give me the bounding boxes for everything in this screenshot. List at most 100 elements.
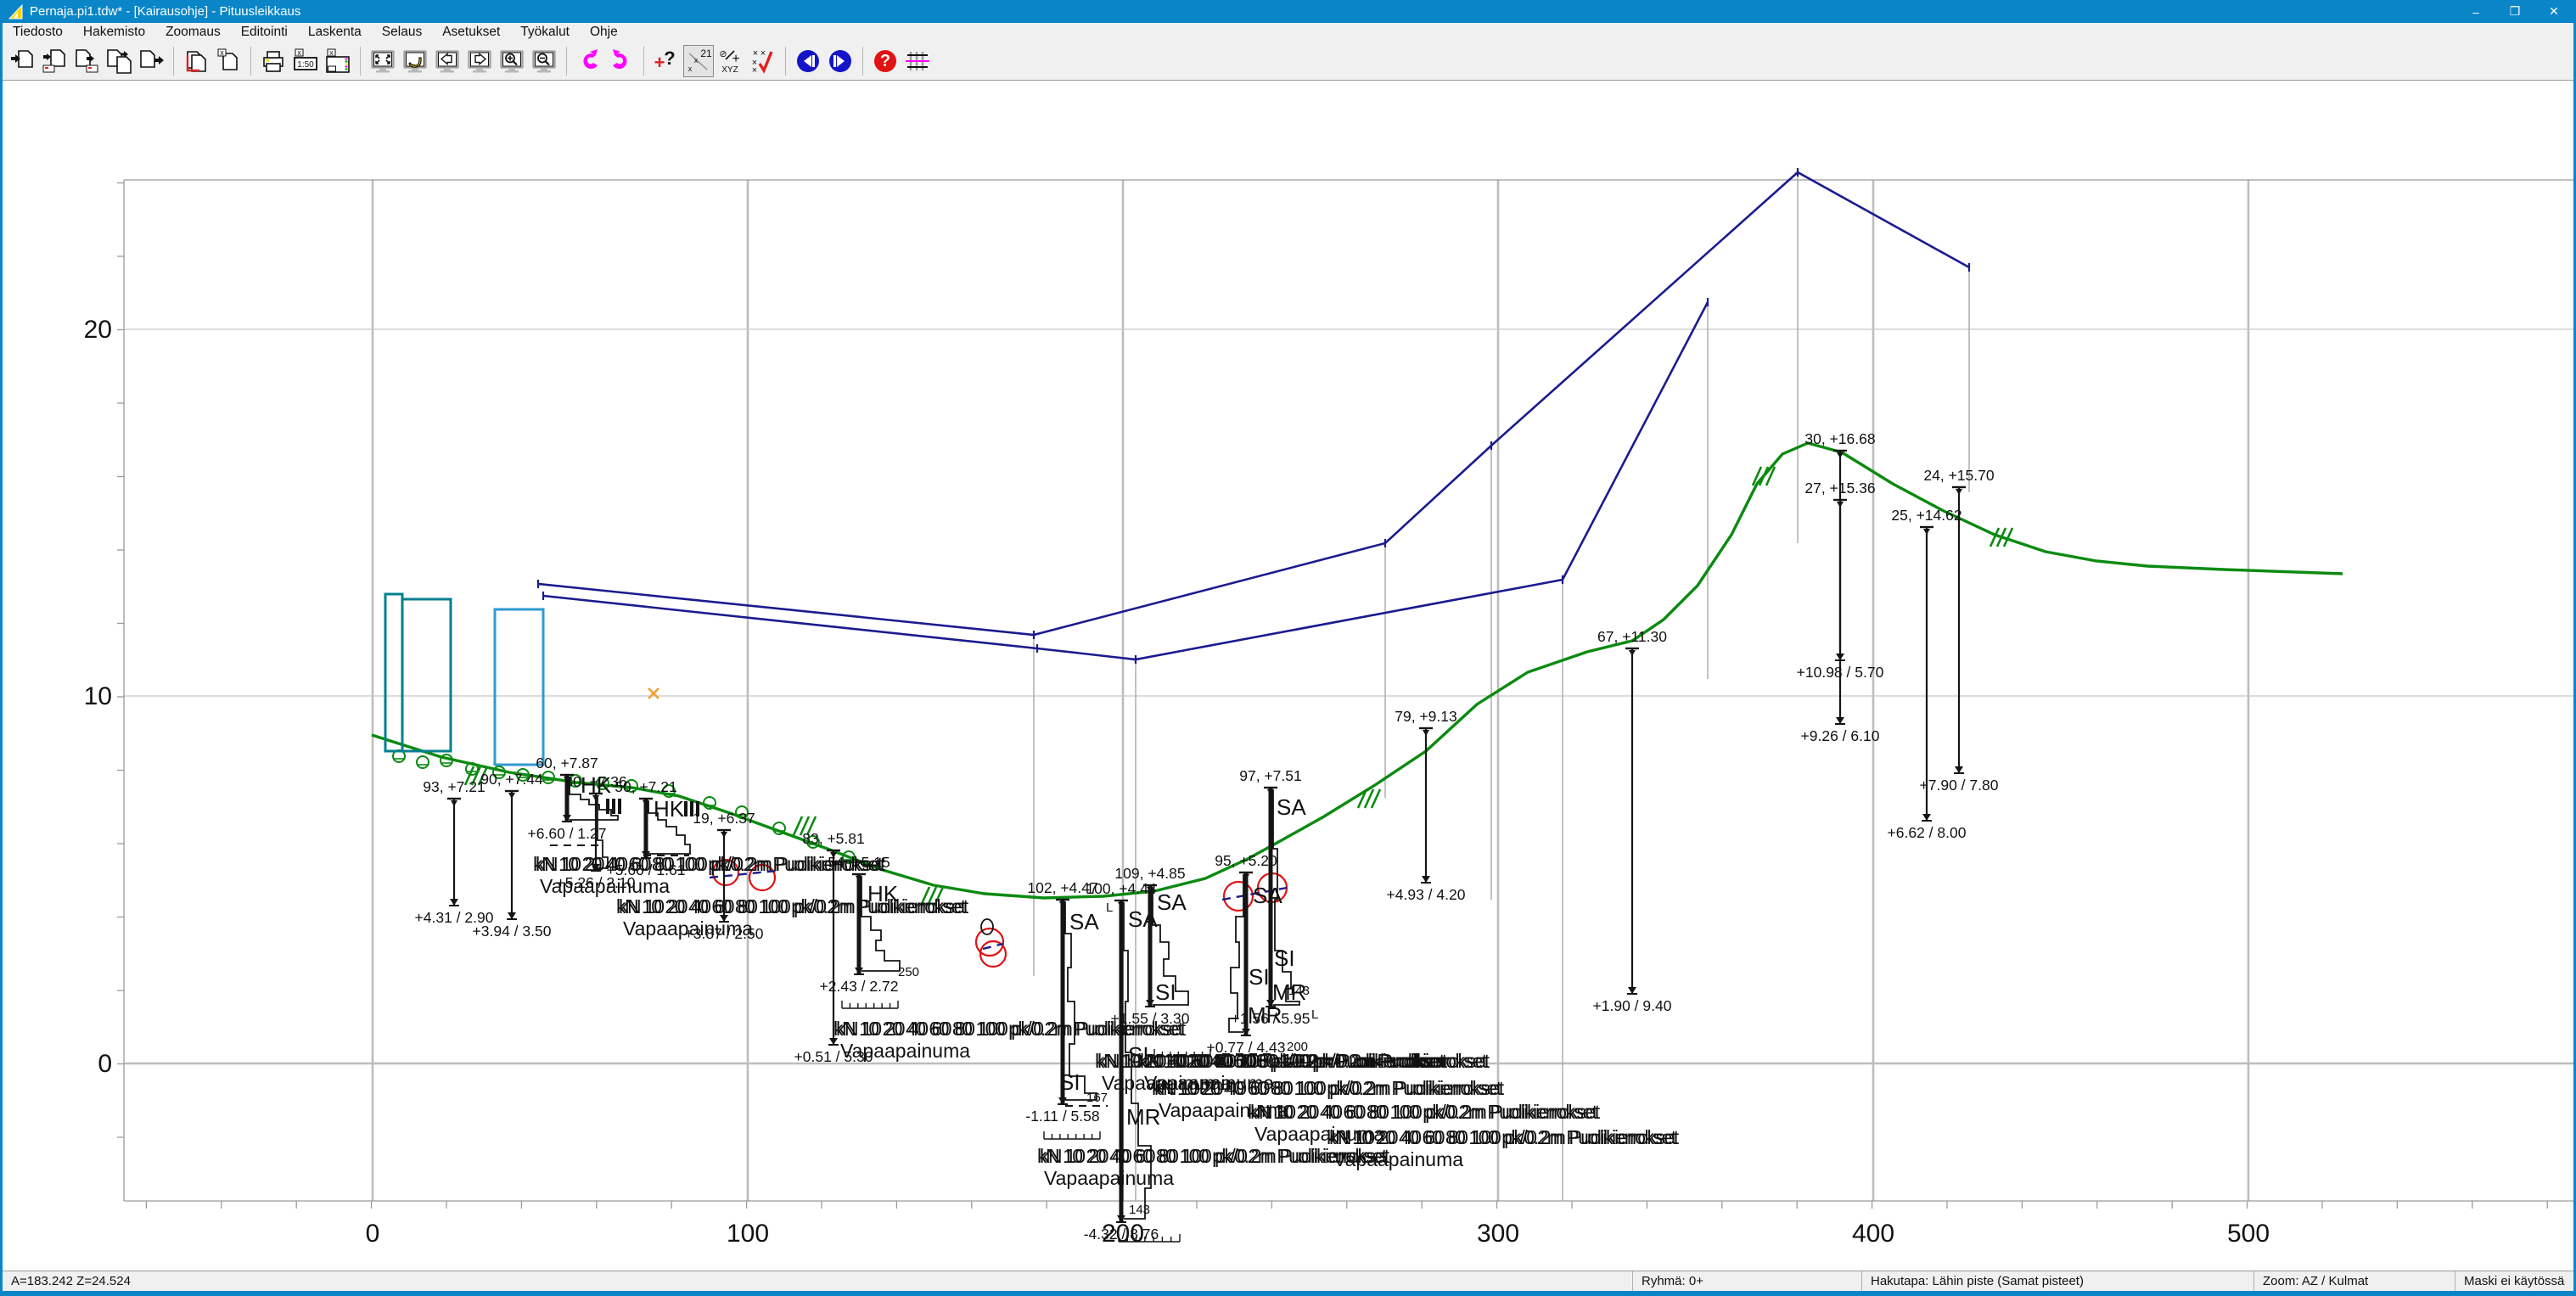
menu-bar: TiedostoHakemistoZoomausEditointiLaskent… xyxy=(3,23,2573,42)
next-point-icon[interactable] xyxy=(825,45,856,77)
menu-ohje[interactable]: Ohje xyxy=(580,23,628,42)
xyz-calc-icon[interactable]: ⊘+XYZ xyxy=(716,45,746,77)
zoom-in-icon[interactable] xyxy=(497,45,527,77)
delete-page-icon[interactable]: x xyxy=(213,45,244,77)
status-coordinates: A=183.242 Z=24.524 xyxy=(3,1271,1632,1291)
svg-text:L: L xyxy=(1311,1007,1318,1022)
svg-text:Vapaapainuma: Vapaapainuma xyxy=(840,1040,970,1062)
doc-prev-card-icon[interactable] xyxy=(39,45,70,77)
rock-bar-symbol xyxy=(684,801,687,816)
scale-1-50-icon[interactable]: x 1:50 xyxy=(290,45,321,77)
svg-text:SI: SI xyxy=(1274,945,1295,971)
svg-text:30, +16.68: 30, +16.68 xyxy=(1804,430,1875,447)
pan-left-icon[interactable] xyxy=(432,45,463,77)
maximize-button[interactable]: ❒ xyxy=(2495,0,2534,23)
borehole-79[interactable]: 79, +9.13 +4.93 / 4.20 xyxy=(1387,708,1466,903)
doc-next-card-icon[interactable] xyxy=(71,45,102,77)
toolbar-separator xyxy=(250,47,251,76)
x-axis-label: 100 xyxy=(727,1220,769,1248)
svg-text:25, +14.62: 25, +14.62 xyxy=(1891,507,1961,524)
menu-selaus[interactable]: Selaus xyxy=(372,23,432,42)
help-icon[interactable]: ? xyxy=(870,45,901,77)
print-icon[interactable] xyxy=(258,45,289,77)
zoom-out-icon[interactable] xyxy=(529,45,559,77)
prev-point-icon[interactable] xyxy=(793,45,823,77)
toolbar-separator xyxy=(566,47,567,76)
status-zoom-mode: Zoom: AZ / Kulmat xyxy=(2253,1271,2455,1291)
status-group: Ryhmä: 0+ xyxy=(1632,1271,1861,1291)
title-bar: Pernaja.pi1.tdw* - [Kairausohje] - Pituu… xyxy=(3,0,2573,23)
minimize-button[interactable]: – xyxy=(2456,0,2495,23)
svg-text:SA: SA xyxy=(1277,794,1306,820)
redo-icon[interactable] xyxy=(606,45,637,77)
borehole-102[interactable]: 102, +4.47-1.11 / 5.58SASI167 xyxy=(1025,879,1108,1139)
status-mask: Maski ei käytössä xyxy=(2455,1271,2573,1291)
svg-text:SI: SI xyxy=(1155,979,1176,1005)
menu-laskenta[interactable]: Laskenta xyxy=(298,23,372,42)
profile-line-1 xyxy=(538,172,1969,635)
close-button[interactable]: ✕ xyxy=(2534,0,2573,23)
svg-text:+: + xyxy=(732,52,739,66)
svg-text:+4.93 / 4.20: +4.93 / 4.20 xyxy=(1387,886,1466,903)
menu-asetukset[interactable]: Asetukset xyxy=(432,23,510,42)
toolbar-separator xyxy=(360,47,361,76)
window-title: Pernaja.pi1.tdw* - [Kairausohje] - Pituu… xyxy=(30,4,2456,19)
svg-text:50, +7.21: 50, +7.21 xyxy=(615,778,676,795)
svg-text:250: 250 xyxy=(898,965,919,979)
y-axis-label: 20 xyxy=(84,316,112,344)
check-points-icon[interactable]: ×××× xyxy=(748,45,778,77)
drawing-canvas[interactable]: 01002003004005002010093, +7.21+4.31 / 2.… xyxy=(3,81,2573,1271)
svg-text:27, +15.36: 27, +15.36 xyxy=(1804,480,1875,497)
svg-text:Vapaapainuma: Vapaapainuma xyxy=(1044,1167,1174,1189)
menu-editointi[interactable]: Editointi xyxy=(231,23,298,42)
toolbar-separator xyxy=(862,47,863,76)
menu-zoomaus[interactable]: Zoomaus xyxy=(155,23,231,42)
page-setup-icon[interactable]: x xyxy=(323,45,353,77)
add-query-icon[interactable]: +? xyxy=(651,45,682,77)
measure-21-icon[interactable]: 21xx xyxy=(683,45,714,77)
svg-text:-1.11 / 5.58: -1.11 / 5.58 xyxy=(1025,1108,1099,1125)
orange-cross-marker xyxy=(648,688,659,698)
svg-text:kN 10 20 40 60 80 100 pk/0.2m: kN 10 20 40 60 80 100 pk/0.2m Puolikierr… xyxy=(836,1018,1187,1040)
copy-page-icon[interactable] xyxy=(181,45,211,77)
section-drawing[interactable]: 01002003004005002010093, +7.21+4.31 / 2.… xyxy=(3,81,2573,1271)
svg-text:x: x xyxy=(220,48,224,57)
y-axis-label: 0 xyxy=(98,1050,112,1078)
svg-text:kN 10 20 40 60 80 100 pk/0.2m: kN 10 20 40 60 80 100 pk/0.2m Puolikierr… xyxy=(1250,1101,1601,1123)
zoom-extents-icon[interactable] xyxy=(368,45,398,77)
x-axis-label: 400 xyxy=(1852,1220,1894,1248)
menu-työkalut[interactable]: Työkalut xyxy=(510,23,580,42)
svg-text:+7.90 / 7.80: +7.90 / 7.80 xyxy=(1920,777,1999,794)
svg-text:Vapaapainuma: Vapaapainuma xyxy=(623,917,753,940)
borehole-93[interactable]: 93, +7.21+4.31 / 2.90 xyxy=(415,778,494,926)
toolbar: xx1:50x+?21xx⊘+XYZ××××? xyxy=(3,42,2573,81)
svg-text:109, +4.85: 109, +4.85 xyxy=(1114,865,1185,882)
svg-text:79, +9.13: 79, +9.13 xyxy=(1395,708,1456,725)
svg-text:x: x xyxy=(297,48,301,57)
building-outline xyxy=(402,599,451,751)
doc-doc-down-icon[interactable] xyxy=(104,45,134,77)
toolbar-separator xyxy=(173,47,174,76)
pan-right-icon[interactable] xyxy=(464,45,495,77)
x-axis-label: 500 xyxy=(2227,1220,2270,1248)
svg-text:21: 21 xyxy=(700,48,712,59)
svg-text:SA: SA xyxy=(1157,889,1187,915)
svg-text:67, +11.30: 67, +11.30 xyxy=(1597,628,1667,645)
svg-text:?: ? xyxy=(880,52,890,70)
borehole-67[interactable]: 67, +11.30+1.90 / 9.40 xyxy=(1593,628,1672,1014)
menu-hakemisto[interactable]: Hakemisto xyxy=(73,23,155,42)
status-bar: A=183.242 Z=24.524 Ryhmä: 0+ Hakutapa: L… xyxy=(3,1271,2573,1291)
svg-text:100, +4.44: 100, +4.44 xyxy=(1086,880,1156,897)
grid-rails-icon[interactable] xyxy=(902,45,933,77)
borehole-27[interactable]: 27, +15.36+9.26 / 6.10 xyxy=(1801,480,1880,744)
svg-text:SA: SA xyxy=(1128,906,1158,932)
redraw-icon[interactable] xyxy=(400,45,430,77)
undo-icon[interactable] xyxy=(574,45,604,77)
borehole-60[interactable]: 60, +7.87+6.60 / 1.27HK xyxy=(528,755,618,845)
doc-next-icon[interactable] xyxy=(136,45,166,77)
menu-tiedosto[interactable]: Tiedosto xyxy=(3,23,73,42)
doc-prev-icon[interactable] xyxy=(7,45,37,77)
svg-text:1:50: 1:50 xyxy=(297,60,314,70)
svg-text:?: ? xyxy=(664,48,675,69)
svg-text:95, +5.20: 95, +5.20 xyxy=(1215,852,1277,869)
